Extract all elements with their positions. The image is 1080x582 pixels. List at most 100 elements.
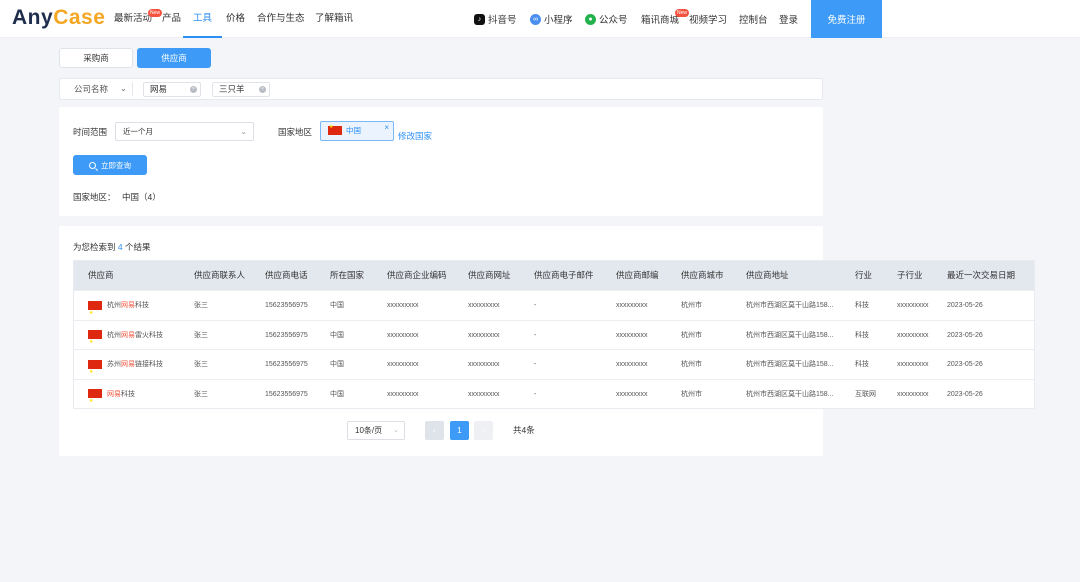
tab-label: 采购商 xyxy=(83,53,109,63)
contact-cell: 张三 xyxy=(194,361,208,368)
nav-label: 最新活动 xyxy=(114,13,153,24)
code-cell: xxxxxxxxx xyxy=(387,302,419,309)
douyin-link[interactable]: ♪ 抖音号 xyxy=(474,0,517,38)
register-button[interactable]: 免费注册 xyxy=(811,0,882,38)
subindustry-cell: xxxxxxxxx xyxy=(897,302,929,309)
code-cell: xxxxxxxxx xyxy=(387,331,419,339)
login-link[interactable]: 登录 xyxy=(779,0,798,38)
wechat-official-link[interactable]: ● 公众号 xyxy=(585,0,628,38)
email-cell: - xyxy=(534,390,537,398)
table-row[interactable]: 网易科技 张三 15623556975 中国 xxxxxxxxx xxxxxxx… xyxy=(74,378,1034,416)
supplier-cell[interactable]: 杭州网易科技 xyxy=(88,291,149,328)
mall-link[interactable]: 箱讯商城 xyxy=(641,0,679,38)
time-range-select[interactable]: 近一个月 ⌄ xyxy=(115,122,254,141)
result-prefix: 为您检索到 xyxy=(73,242,116,252)
website-cell: xxxxxxxxx xyxy=(468,302,500,309)
nav-latest-activity[interactable]: 最新活动 xyxy=(114,0,152,38)
result-suffix: 个结果 xyxy=(125,242,151,252)
modify-country-link[interactable]: 修改国家 xyxy=(398,130,432,142)
result-count-text: 为您检索到 4 个结果 xyxy=(73,241,151,253)
address-cell: 杭州市西湖区莫干山路158... xyxy=(746,331,834,339)
close-icon[interactable]: × xyxy=(190,86,197,93)
chevron-right-icon: › xyxy=(482,426,485,435)
select-value: 近一个月 xyxy=(123,127,153,136)
column-header: 供应商 xyxy=(88,270,114,280)
right-label: 小程序 xyxy=(544,15,573,26)
country-label: 国家地区 xyxy=(278,127,313,137)
supplier-table: 供应商 供应商联系人 供应商电话 所在国家 供应商企业编码 供应商网址 供应商电… xyxy=(73,260,1035,416)
date-cell: 2023-05-26 xyxy=(947,331,983,339)
nav-tools[interactable]: 工具 xyxy=(183,0,222,38)
date-cell: 2023-05-26 xyxy=(947,361,983,368)
country-cell: 中国 xyxy=(330,390,344,398)
chevron-down-icon: ⌄ xyxy=(240,127,247,136)
nav-pricing[interactable]: 价格 xyxy=(226,0,245,38)
tab-buyer[interactable]: 采购商 xyxy=(59,48,133,68)
china-flag-icon xyxy=(88,358,102,387)
supplier-name-part: 雷火科技 xyxy=(135,331,163,339)
address-cell: 杭州市西湖区莫干山路158... xyxy=(746,390,834,398)
code-cell: xxxxxxxxx xyxy=(387,361,419,368)
column-header: 供应商邮编 xyxy=(616,270,659,280)
chevron-down-icon: ⌄ xyxy=(393,427,399,434)
page-number: 1 xyxy=(457,426,462,435)
douyin-icon: ♪ xyxy=(474,13,485,25)
next-page-button[interactable]: › xyxy=(474,421,493,440)
results-panel: 为您检索到 4 个结果 供应商 供应商联系人 供应商电话 所在国家 供应商企业编… xyxy=(59,226,1035,456)
miniprogram-link[interactable]: ∞ 小程序 xyxy=(530,0,573,38)
close-icon[interactable]: × xyxy=(259,86,266,93)
page-number-button[interactable]: 1 xyxy=(450,421,469,440)
table-row[interactable]: 苏州网易链接科技 张三 15623556975 中国 xxxxxxxxx xxx… xyxy=(74,349,1034,387)
page-size-select[interactable]: 10条/页 ⌄ xyxy=(347,421,405,440)
column-header: 所在国家 xyxy=(330,270,365,280)
keyword-chip[interactable]: 三只羊 × xyxy=(212,82,270,97)
table-header: 供应商 供应商联系人 供应商电话 所在国家 供应商企业编码 供应商网址 供应商电… xyxy=(74,261,1034,290)
nav-label: 工具 xyxy=(192,13,212,24)
search-button-label: 立即查询 xyxy=(101,160,131,170)
time-range-label: 时间范围 xyxy=(73,127,108,137)
country-cell: 中国 xyxy=(330,331,344,339)
column-header: 供应商电话 xyxy=(265,270,308,280)
nav-about[interactable]: 了解箱讯 xyxy=(315,0,353,38)
register-label: 免费注册 xyxy=(827,15,866,26)
tab-supplier[interactable]: 供应商 xyxy=(137,48,211,68)
search-panel: 时间范围 近一个月 ⌄ 国家地区 中国 × 修改国家 立即查询 国家地区： 中国… xyxy=(59,107,823,216)
chip-label: 网易 xyxy=(150,84,168,94)
right-label: 控制台 xyxy=(739,15,768,26)
table-row[interactable]: 杭州网易雷火科技 张三 15623556975 中国 xxxxxxxxx xxx… xyxy=(74,319,1034,357)
country-chip[interactable]: 中国 × xyxy=(320,121,394,141)
video-learning-link[interactable]: 视频学习 xyxy=(689,0,727,38)
nav-partnership[interactable]: 合作与生态 xyxy=(257,0,305,38)
industry-cell: 互联网 xyxy=(855,390,876,398)
supplier-cell[interactable]: 杭州网易雷火科技 xyxy=(88,321,163,357)
field-select[interactable]: 公司名称 xyxy=(74,79,108,99)
column-header: 供应商联系人 xyxy=(194,270,246,280)
industry-cell: 科技 xyxy=(855,302,869,309)
search-button[interactable]: 立即查询 xyxy=(73,155,147,175)
supplier-name-part: 科技 xyxy=(121,390,135,398)
console-link[interactable]: 控制台 xyxy=(739,0,768,38)
zip-cell: xxxxxxxxx xyxy=(616,331,648,339)
china-flag-icon xyxy=(328,124,342,135)
new-badge: New xyxy=(675,9,690,17)
right-label: 视频学习 xyxy=(689,15,728,26)
chevron-down-icon[interactable]: ⌄ xyxy=(120,79,127,99)
column-header: 供应商地址 xyxy=(746,270,789,280)
subindustry-cell: xxxxxxxxx xyxy=(897,390,929,398)
supplier-cell[interactable]: 网易科技 xyxy=(88,380,135,416)
nav-products[interactable]: 产品 xyxy=(162,0,181,38)
keyword-chip[interactable]: 网易 × xyxy=(143,82,201,97)
zip-cell: xxxxxxxxx xyxy=(616,361,648,368)
industry-cell: 科技 xyxy=(855,331,869,339)
city-cell: 杭州市 xyxy=(681,361,702,368)
contact-cell: 张三 xyxy=(194,390,208,398)
website-cell: xxxxxxxxx xyxy=(468,361,500,368)
anycase-logo[interactable]: Any Case xyxy=(12,6,105,29)
supplier-cell[interactable]: 苏州网易链接科技 xyxy=(88,350,163,387)
china-flag-icon xyxy=(88,387,102,416)
table-row[interactable]: 杭州网易科技 张三 15623556975 中国 xxxxxxxxx xxxxx… xyxy=(74,290,1034,328)
close-icon[interactable]: × xyxy=(384,123,389,133)
column-header: 行业 xyxy=(855,270,873,280)
prev-page-button[interactable]: ‹ xyxy=(425,421,444,440)
city-cell: 杭州市 xyxy=(681,390,702,398)
